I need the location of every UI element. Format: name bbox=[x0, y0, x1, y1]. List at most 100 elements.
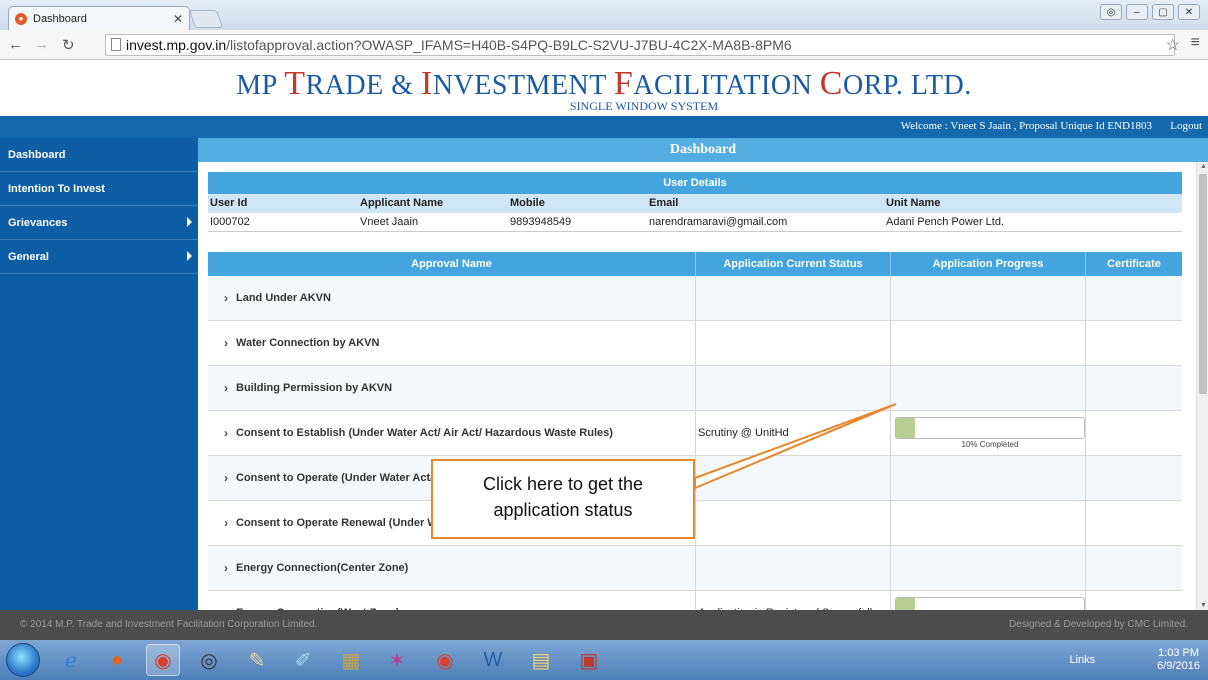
approval-name-cell[interactable]: › Consent to Establish (Under Water Act/ … bbox=[208, 411, 696, 455]
logout-link[interactable]: Logout bbox=[1170, 120, 1202, 132]
new-tab-button[interactable] bbox=[188, 10, 224, 28]
chevron-right-icon: › bbox=[224, 291, 228, 305]
page-footer: © 2014 M.P. Trade and Investment Facilit… bbox=[0, 610, 1208, 640]
clock-time: 1:03 PM bbox=[1158, 647, 1200, 659]
table-row: › Land Under AKVN bbox=[208, 276, 1182, 321]
approval-name: Water Connection by AKVN bbox=[236, 337, 380, 349]
approval-name-cell[interactable]: ›Energy Connection(West Zone) bbox=[208, 591, 696, 610]
system-tray: Links 1:03 PM 6/9/2016 bbox=[978, 640, 1208, 680]
firefox-icon[interactable]: ● bbox=[100, 644, 134, 676]
sidebar-item-dashboard[interactable]: Dashboard bbox=[0, 138, 198, 172]
reload-icon[interactable]: ↻ bbox=[62, 36, 75, 54]
sidebar-item-label: Dashboard bbox=[8, 148, 66, 161]
title-part: ORP. LTD. bbox=[842, 70, 972, 101]
favicon-icon: ● bbox=[15, 12, 27, 25]
application-status-cell: Application is Registered Sucessfully bbox=[696, 591, 891, 610]
browser-tab-strip: ● Dashboard ✕ ◎ – ▢ ✕ bbox=[0, 0, 1208, 30]
approval-name: Land Under AKVN bbox=[236, 292, 331, 304]
application-status-cell bbox=[696, 546, 891, 590]
page-title: Dashboard bbox=[198, 138, 1208, 162]
approval-name-cell[interactable]: › Building Permission by AKVN bbox=[208, 366, 696, 410]
unit-name-value: Adani Pench Power Ltd. bbox=[886, 216, 1005, 228]
title-cap: I bbox=[421, 65, 433, 102]
maximize-button[interactable]: ▢ bbox=[1152, 4, 1174, 20]
sidebar-item-label: Grievances bbox=[8, 216, 68, 229]
webcam-icon[interactable]: ◎ bbox=[192, 644, 226, 676]
browser-toolbar: ← → ↻ invest.mp.gov.in/listofapproval.ac… bbox=[0, 30, 1208, 60]
credits-text: Designed & Developed by CMC Limited. bbox=[1009, 619, 1188, 630]
scroll-down-icon[interactable]: ▼ bbox=[1200, 602, 1207, 609]
chrome-icon[interactable]: ◉ bbox=[146, 644, 180, 676]
title-part: NVESTMENT bbox=[432, 70, 614, 101]
chevron-right-icon: › bbox=[224, 381, 228, 395]
profile-icon[interactable]: ◎ bbox=[1100, 4, 1122, 20]
application-status-cell: Scrutiny @ UnitHd bbox=[696, 411, 891, 455]
scrollbar-thumb[interactable] bbox=[1199, 174, 1207, 394]
forward-arrow-icon[interactable]: → bbox=[34, 36, 49, 53]
callout-box: Click here to get the application status bbox=[431, 459, 695, 539]
scroll-up-icon[interactable]: ▲ bbox=[1200, 163, 1207, 170]
graphics-app-icon[interactable]: ✶ bbox=[380, 644, 414, 676]
column-header: Applicant Name bbox=[360, 197, 444, 209]
clock[interactable]: 1:03 PM 6/9/2016 bbox=[1157, 647, 1200, 673]
links-toolbar[interactable]: Links bbox=[1069, 654, 1095, 666]
approval-rows: › Land Under AKVN › Water Connection by AKV… bbox=[208, 276, 1182, 610]
main-content: Dashboard User Details User Id Applicant… bbox=[198, 138, 1208, 610]
callout-line: application status bbox=[493, 500, 633, 520]
application-progress-cell: 10% Completed bbox=[891, 411, 1086, 455]
site-header: MP TRADE & INVESTMENT FACILITATION CORP.… bbox=[0, 60, 1208, 116]
table-header-row: User Id Applicant Name Mobile Email Unit… bbox=[208, 194, 1182, 213]
table-row: › Consent to Establish (Under Water Act/ … bbox=[208, 411, 1182, 456]
pdf-icon[interactable]: ▣ bbox=[572, 644, 606, 676]
applicant-name-value: Vneet Jaain bbox=[360, 216, 419, 228]
application-progress-cell bbox=[891, 456, 1086, 500]
progress-bar[interactable] bbox=[895, 597, 1085, 610]
application-status-cell bbox=[696, 456, 891, 500]
sidebar-item-general[interactable]: General bbox=[0, 240, 198, 274]
progress-bar[interactable] bbox=[895, 417, 1085, 439]
bookmark-star-icon[interactable]: ☆ bbox=[1166, 35, 1180, 55]
sidebar-item-grievances[interactable]: Grievances bbox=[0, 206, 198, 240]
certificate-cell bbox=[1086, 321, 1182, 365]
vertical-scrollbar[interactable]: ▲ ▼ bbox=[1196, 162, 1208, 610]
certificate-cell bbox=[1086, 276, 1182, 320]
word-icon[interactable]: W bbox=[476, 644, 510, 676]
table-row: › Building Permission by AKVN bbox=[208, 366, 1182, 411]
sidebar-item-label: Intention To Invest bbox=[8, 182, 105, 195]
close-tab-icon[interactable]: ✕ bbox=[173, 12, 183, 26]
expand-arrow-icon bbox=[187, 217, 192, 227]
file-explorer-icon[interactable]: ▤ bbox=[524, 644, 558, 676]
menu-icon[interactable]: ≡ bbox=[1191, 34, 1200, 52]
table-row: › Water Connection by AKVN bbox=[208, 321, 1182, 366]
progress-text: 10% Completed bbox=[961, 440, 1019, 449]
title-part: MP bbox=[236, 70, 285, 101]
callout-line: Click here to get the bbox=[482, 474, 644, 494]
application-progress-cell bbox=[891, 366, 1086, 410]
approval-name-cell[interactable]: › Land Under AKVN bbox=[208, 276, 696, 320]
paint-icon[interactable]: ✐ bbox=[286, 644, 320, 676]
application-progress-cell bbox=[891, 546, 1086, 590]
welcome-text: Welcome : Vneet S Jaain , Proposal Uniqu… bbox=[900, 120, 1152, 132]
sidebar-item-intention-to-invest[interactable]: Intention To Invest bbox=[0, 172, 198, 206]
minimize-button[interactable]: – bbox=[1126, 4, 1148, 20]
sidebar-item-label: General bbox=[8, 250, 49, 263]
address-bar[interactable]: invest.mp.gov.in/listofapproval.action?O… bbox=[105, 34, 1175, 56]
chevron-right-icon: › bbox=[224, 471, 228, 485]
internet-explorer-icon[interactable]: ℯ bbox=[54, 644, 88, 676]
chrome-icon[interactable]: ◉ bbox=[428, 644, 462, 676]
close-window-button[interactable]: ✕ bbox=[1178, 4, 1200, 20]
start-button[interactable] bbox=[6, 643, 40, 677]
approval-name-cell[interactable]: › Water Connection by AKVN bbox=[208, 321, 696, 365]
app-icon[interactable]: ▦ bbox=[334, 644, 368, 676]
browser-tab[interactable]: ● Dashboard ✕ bbox=[8, 6, 190, 30]
back-arrow-icon[interactable]: ← bbox=[8, 36, 23, 53]
column-header: Mobile bbox=[510, 197, 545, 209]
column-header: Application Progress bbox=[891, 252, 1086, 276]
notepad-icon[interactable]: ✎ bbox=[240, 644, 274, 676]
approval-name-cell[interactable]: › Energy Connection(Center Zone) bbox=[208, 546, 696, 590]
sidebar: Dashboard Intention To Invest Grievances… bbox=[0, 138, 198, 610]
application-progress-cell bbox=[891, 321, 1086, 365]
url-host: invest.mp.gov.in bbox=[126, 37, 227, 53]
certificate-cell bbox=[1086, 456, 1182, 500]
column-header: Unit Name bbox=[886, 197, 941, 209]
